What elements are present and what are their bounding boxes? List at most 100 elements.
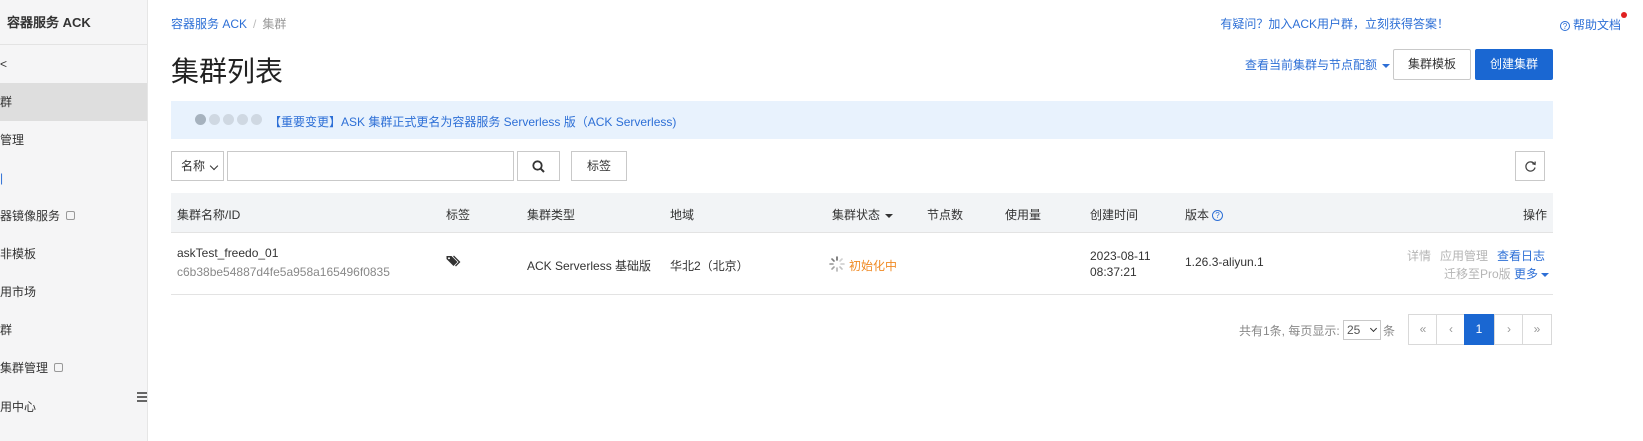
- table-header: 集群名称/ID 标签 集群类型 地域 集群状态 节点数 使用量 创建时间 版本?…: [171, 193, 1553, 233]
- cluster-version: 1.26.3-aliyun.1: [1185, 255, 1264, 269]
- filter-field-value: 名称: [181, 159, 206, 173]
- col-created: 创建时间: [1090, 208, 1139, 222]
- page-size-value: 25: [1347, 323, 1361, 337]
- more-label: 更多: [1514, 267, 1539, 281]
- col-status[interactable]: 集群状态: [832, 206, 894, 223]
- pagination-unit: 条: [1383, 324, 1396, 338]
- breadcrumb-separator: /: [253, 17, 257, 31]
- create-cluster-button[interactable]: 创建集群: [1475, 49, 1553, 80]
- caret-down-icon: [1382, 63, 1390, 68]
- next-page-button[interactable]: ›: [1494, 314, 1524, 345]
- col-usage: 使用量: [1005, 208, 1042, 222]
- page-title: 集群列表: [171, 56, 284, 87]
- table-row: askTest_freedo_01 c6b38be54887d4fe5a958a…: [171, 233, 1553, 295]
- sidebar-item-back[interactable]: <: [0, 45, 147, 83]
- status-badge: 初始化中: [849, 259, 898, 273]
- caret-down-icon: [1541, 272, 1550, 277]
- filter-field-select[interactable]: 名称: [171, 151, 224, 181]
- question-icon: ?: [1559, 21, 1570, 31]
- created-time: 08:37:21: [1090, 265, 1137, 279]
- sidebar-item-label: 非模板: [0, 247, 37, 261]
- sidebar: 容器服务 ACK < 群 管理 | 器镜像服务 非模板 用市场 群 集群管理 用…: [0, 0, 148, 441]
- more-actions-dropdown[interactable]: 更多: [1514, 265, 1550, 282]
- col-actions: 操作: [1523, 208, 1548, 222]
- sidebar-item-label: 用中心: [0, 400, 37, 414]
- loading-spinner-icon: [829, 256, 845, 272]
- chevron-down-icon: [209, 161, 219, 171]
- last-page-button[interactable]: »: [1522, 314, 1552, 345]
- question-icon[interactable]: ?: [1212, 210, 1224, 222]
- col-version: 版本?: [1185, 206, 1224, 223]
- tag-icon-svg: [446, 255, 461, 267]
- tag-filter-button[interactable]: 标签: [571, 151, 627, 181]
- sidebar-item-label: |: [0, 171, 4, 185]
- help-doc-label: 帮助文档: [1572, 18, 1621, 32]
- cluster-region: 华北2（北京）: [670, 259, 749, 273]
- carousel-dot[interactable]: [223, 114, 234, 125]
- cluster-template-button[interactable]: 集群模板: [1393, 49, 1471, 80]
- sidebar-item-management[interactable]: 管理: [0, 121, 147, 159]
- col-tags: 标签: [446, 208, 471, 222]
- page-1-button[interactable]: 1: [1464, 314, 1494, 345]
- view-logs-action[interactable]: 查看日志: [1497, 247, 1545, 264]
- app-manage-action[interactable]: 应用管理: [1440, 247, 1488, 264]
- sidebar-item-app-center[interactable]: 用中心: [0, 388, 147, 426]
- help-group-link[interactable]: 有疑问？加入ACK用户群，立刻获得答案！: [1220, 15, 1449, 32]
- sidebar-item-cluster-management[interactable]: 集群管理: [0, 349, 147, 387]
- carousel-dot[interactable]: [195, 114, 206, 125]
- sidebar-item-cluster[interactable]: 群: [0, 311, 147, 349]
- sidebar-item-templates[interactable]: 非模板: [0, 235, 147, 273]
- col-nodes: 节点数: [927, 208, 964, 222]
- sidebar-item-label: 集群管理: [0, 361, 49, 375]
- col-status-label: 集群状态: [832, 208, 881, 222]
- sidebar-title: 容器服务 ACK: [0, 0, 147, 45]
- external-link-icon: [54, 363, 64, 373]
- search-icon: [532, 160, 545, 173]
- carousel-dot[interactable]: [237, 114, 248, 125]
- sidebar-item-label: 管理: [0, 133, 25, 147]
- breadcrumb: 容器服务 ACK / 集群: [171, 15, 286, 32]
- sidebar-item-label: 群: [0, 95, 13, 109]
- cluster-id: c6b38be54887d4fe5a958a165496f0835: [177, 265, 390, 279]
- prev-page-button[interactable]: ‹: [1436, 314, 1466, 345]
- col-version-label: 版本: [1185, 208, 1210, 222]
- search-input[interactable]: [227, 151, 514, 181]
- notice-banner: 【重要变更】ASK 集群正式更名为容器服务 Serverless 版（ACK S…: [171, 101, 1553, 139]
- sidebar-item-clusters[interactable]: 群: [0, 83, 147, 121]
- carousel-dot[interactable]: [209, 114, 220, 125]
- col-type: 集群类型: [527, 208, 576, 222]
- main-content: 容器服务 ACK / 集群 有疑问？加入ACK用户群，立刻获得答案！ ? 帮助文档 集…: [148, 0, 1643, 441]
- col-name: 集群名称/ID: [177, 208, 241, 222]
- created-date: 2023-08-11: [1090, 249, 1151, 263]
- sidebar-item-label: 器镜像服务: [0, 209, 61, 223]
- breadcrumb-current: 集群: [262, 17, 287, 31]
- first-page-button[interactable]: «: [1408, 314, 1438, 345]
- sort-caret-icon: [885, 213, 894, 218]
- search-button[interactable]: [517, 151, 560, 181]
- notice-link[interactable]: 【重要变更】ASK 集群正式更名为容器服务 Serverless 版（ACK S…: [269, 113, 676, 130]
- sidebar-item-label: 用市场: [0, 285, 37, 299]
- quota-label: 查看当前集群与节点配额: [1244, 58, 1377, 72]
- sidebar-item-marker[interactable]: |: [0, 159, 147, 197]
- refresh-button[interactable]: [1515, 151, 1545, 181]
- carousel-dot[interactable]: [251, 114, 262, 125]
- notification-dot: [1621, 12, 1627, 18]
- help-doc-link[interactable]: ? 帮助文档: [1559, 16, 1621, 33]
- collapse-sidebar-icon[interactable]: [137, 392, 147, 404]
- refresh-icon: [1525, 161, 1536, 172]
- migrate-pro-action[interactable]: 迁移至Pro版: [1444, 265, 1511, 282]
- sidebar-item-marketplace[interactable]: 用市场: [0, 273, 147, 311]
- page-size-select[interactable]: 25: [1343, 320, 1381, 340]
- detail-action[interactable]: 详情: [1407, 247, 1431, 264]
- external-link-icon: [66, 211, 76, 221]
- cluster-type: ACK Serverless 基础版: [527, 259, 652, 273]
- quota-dropdown-link[interactable]: 查看当前集群与节点配额: [1245, 56, 1390, 73]
- pagination-total: 共有1条, 每页显示:: [1239, 324, 1340, 338]
- sidebar-item-registry[interactable]: 器镜像服务: [0, 197, 147, 235]
- sidebar-item-label: 群: [0, 323, 13, 337]
- carousel-dots: [195, 114, 265, 128]
- breadcrumb-root-link[interactable]: 容器服务 ACK: [171, 17, 247, 31]
- cluster-name: askTest_freedo_01: [177, 246, 279, 260]
- tag-icon[interactable]: [446, 255, 461, 271]
- chevron-down-icon: [1369, 324, 1378, 333]
